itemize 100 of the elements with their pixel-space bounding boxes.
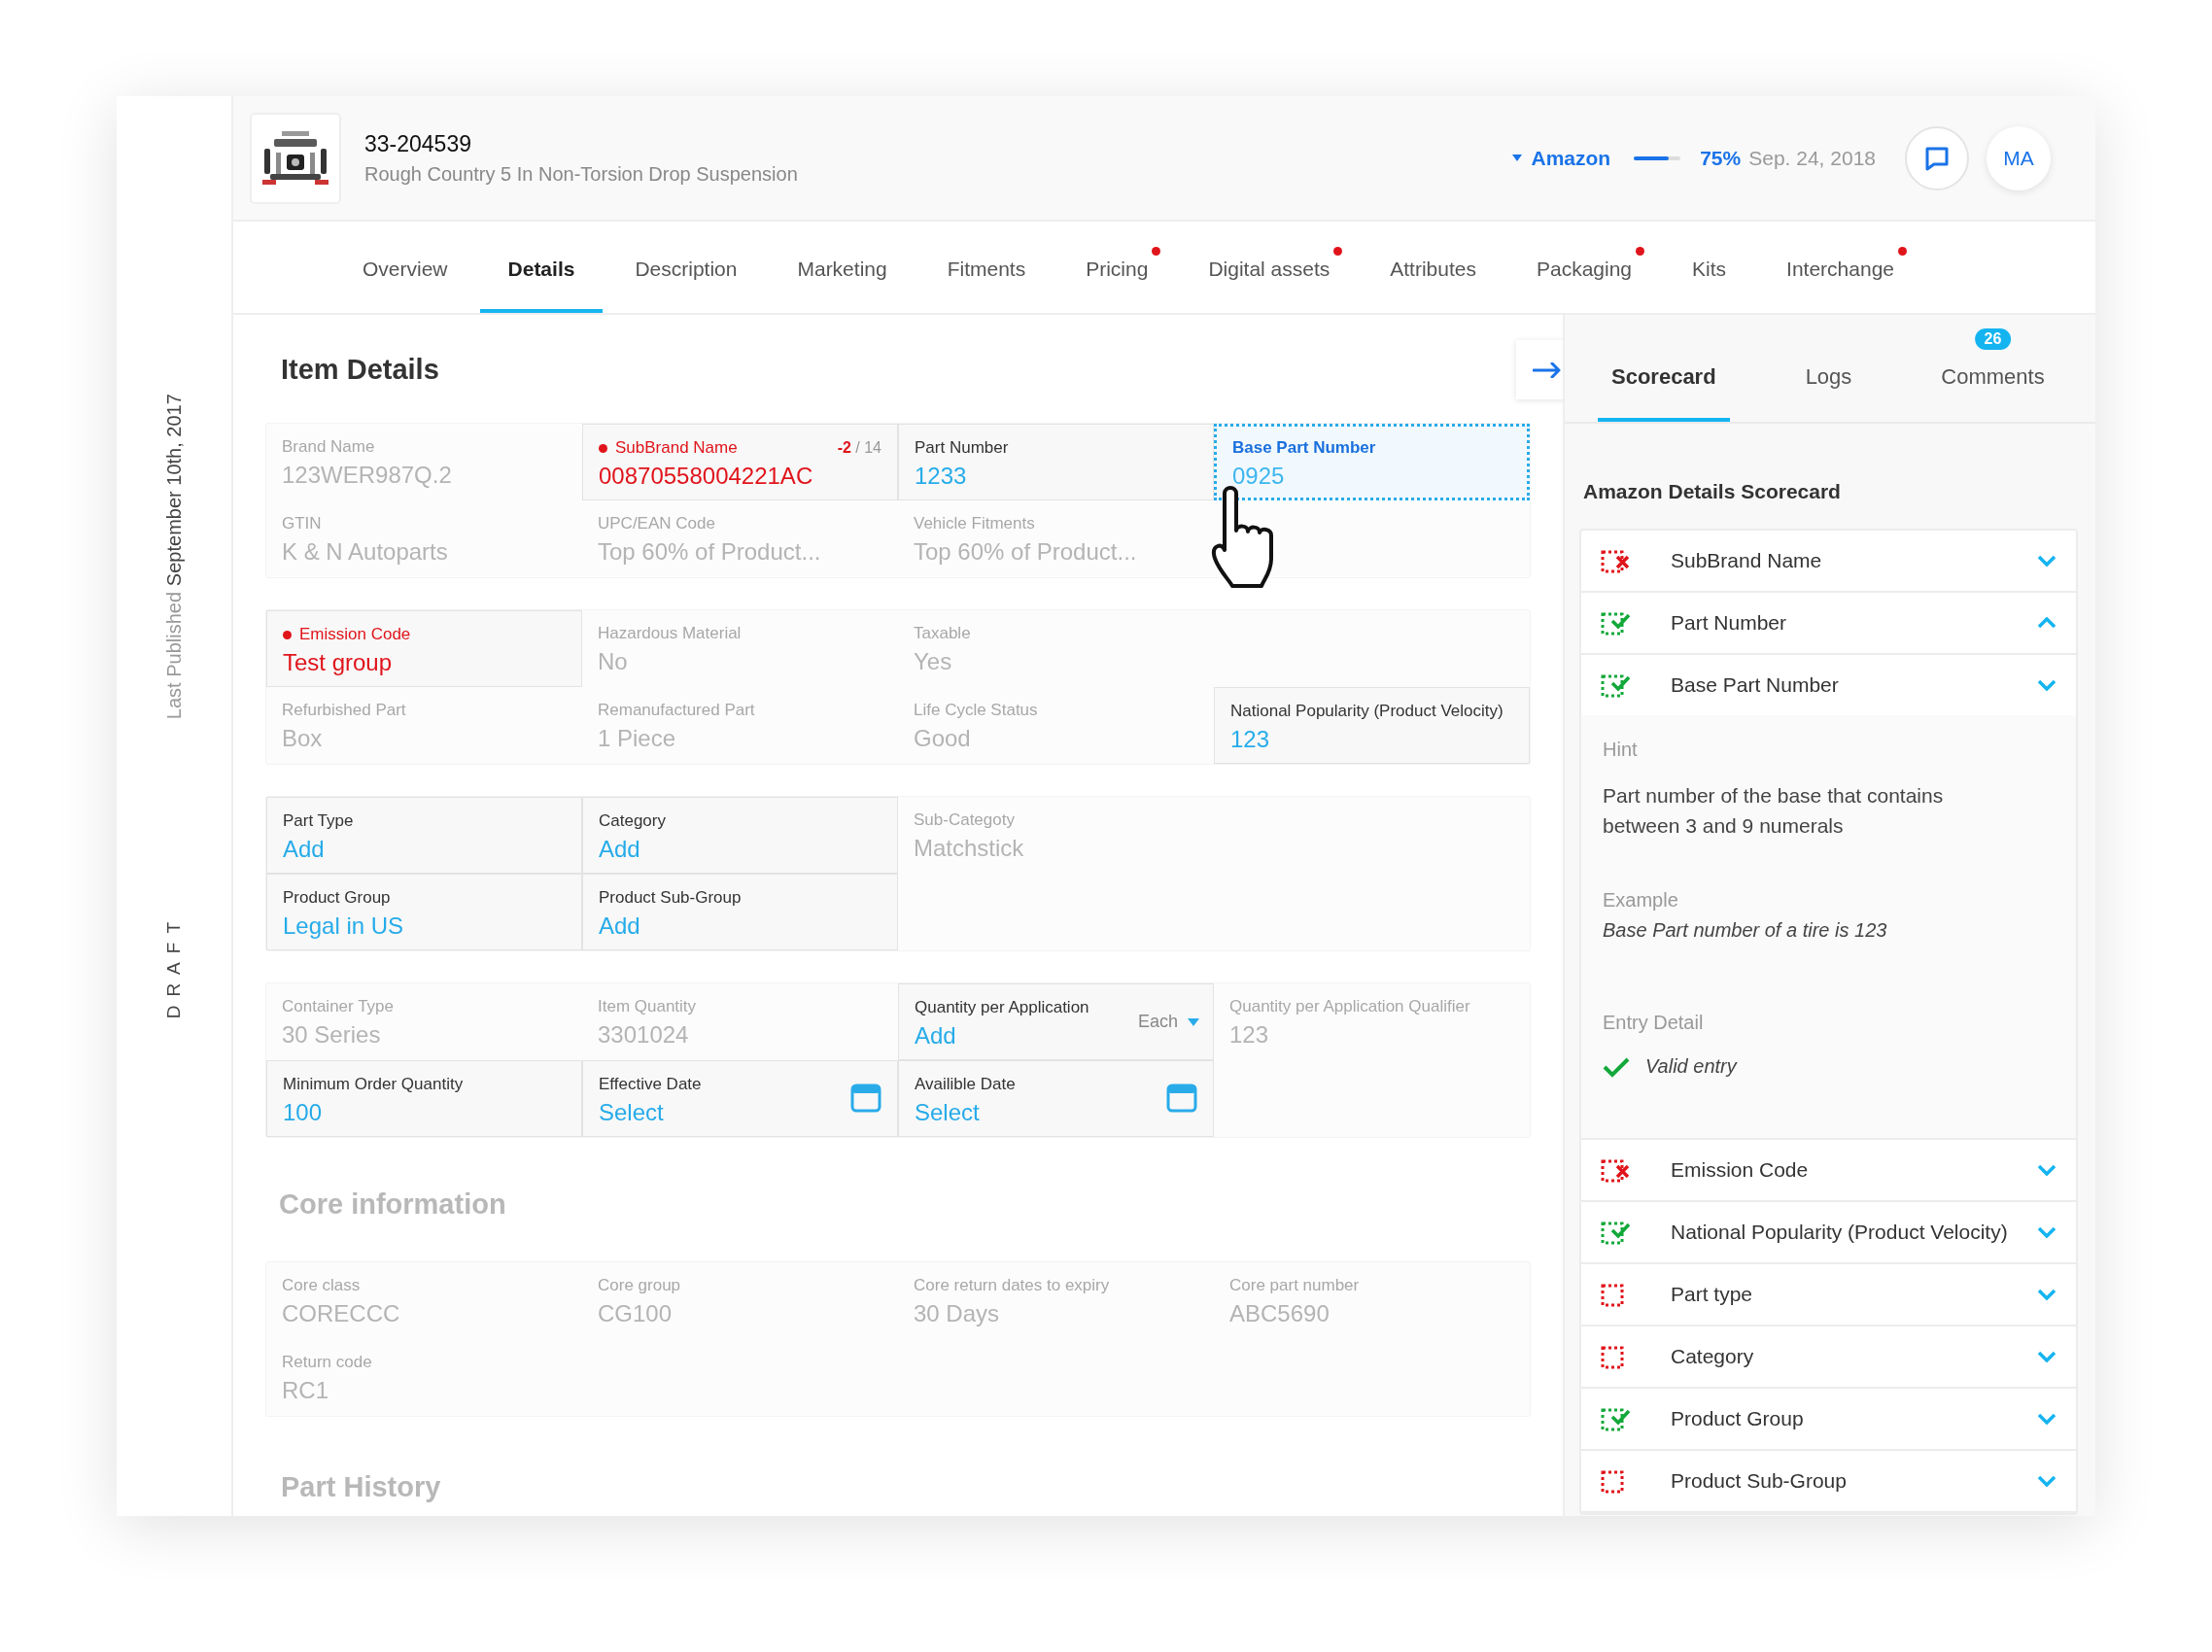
field-label: Part Type (283, 811, 354, 831)
form-field[interactable]: Effective Date Select (582, 1060, 898, 1137)
field-value: CG100 (598, 1299, 673, 1328)
hint-text: Part number of the base that contains between 3 and 9 numerals (1603, 783, 1945, 839)
field-value: 1233 (915, 462, 967, 491)
field-value: Top 60% of Product... (914, 537, 1137, 567)
field-label: Part Number (915, 438, 1009, 458)
section-title: Part History (280, 1471, 442, 1503)
scorecard-row[interactable]: National Popularity (Product Velocity) (1581, 1202, 2076, 1264)
scorecard-item-label: Emission Code (1671, 1158, 1809, 1182)
field-label: UPC/EAN Code (598, 514, 715, 533)
scorecard-row[interactable]: Category (1581, 1326, 2076, 1389)
field-value: ABC5690 (1229, 1299, 1330, 1328)
dotted-cross-icon (1601, 548, 1632, 573)
dotted-check-icon (1601, 1406, 1632, 1431)
tab[interactable]: Interchange (1758, 222, 1922, 313)
field-label: Product Group (283, 888, 391, 908)
scorecard-item-label: National Popularity (Product Velocity) (1671, 1221, 2008, 1244)
field-value: 100 (283, 1098, 323, 1127)
form-field[interactable]: Product Group Legal in US (266, 874, 582, 950)
collapse-panel-button[interactable] (1516, 340, 1563, 399)
field-label: Emission Code (299, 625, 411, 644)
field-value: Test group (283, 648, 393, 677)
field-value: Good (914, 724, 971, 753)
panel-tab[interactable]: Comments 26 (1927, 315, 2058, 422)
scorecard-row[interactable]: Part type (1581, 1264, 2076, 1326)
form-field[interactable]: Product Sub-Group Add (582, 874, 898, 950)
field-label: SubBrand Name (615, 438, 738, 458)
form-field[interactable]: SubBrand Name -2 / 14 00870558004221AC (582, 424, 898, 500)
count-badge: 26 (1974, 328, 2012, 350)
form-field[interactable]: Part Number 1233 (898, 424, 1214, 500)
field-label: Availible Date (915, 1075, 1016, 1094)
field-label: Life Cycle Status (914, 701, 1038, 720)
field-label: Quantity per Application (915, 998, 1089, 1017)
scorecard-row[interactable]: Product Group (1581, 1389, 2076, 1451)
field-label: Refurbished Part (282, 701, 406, 720)
field-value: Select (915, 1098, 980, 1127)
field-value: RC1 (282, 1376, 328, 1405)
tab[interactable]: Packaging (1508, 222, 1661, 313)
scorecard-row[interactable]: Emission Code (1581, 1140, 2076, 1202)
channel-date: Sep. 24, 2018 (1748, 146, 1876, 170)
field-label: Item Quantity (598, 997, 697, 1016)
field-label: Container Type (282, 997, 394, 1016)
scorecard-item-label: Product Group (1671, 1407, 1804, 1430)
form-field[interactable]: Base Part Number 0925 (1214, 424, 1530, 500)
field-label: Core class (282, 1276, 361, 1295)
tab[interactable]: Pricing (1057, 222, 1177, 313)
tab[interactable]: Overview (334, 222, 476, 313)
field-value: Add (283, 835, 325, 864)
form-field[interactable]: Availible Date Select (898, 1060, 1214, 1137)
user-avatar[interactable]: MA (1987, 125, 2051, 190)
product-name: Rough Country 5 In Non-Torsion Drop Suspension (364, 162, 798, 186)
field-value: Add (599, 835, 640, 864)
form-field[interactable]: Category Add (582, 797, 898, 874)
form-field[interactable]: National Popularity (Product Velocity) 123 (1214, 687, 1530, 764)
tab[interactable]: Kits (1664, 222, 1755, 313)
field-label: Sub-Categoty (914, 810, 1015, 830)
field-value: Top 60% of Product... (598, 537, 821, 567)
form-field[interactable]: Part Type Add (266, 797, 582, 874)
field-value: CORECCC (282, 1299, 400, 1328)
tab[interactable]: Details (479, 222, 604, 313)
section-title: Core information (278, 1188, 507, 1221)
channel-dropdown[interactable]: Amazon (1511, 146, 1611, 170)
field-label: National Popularity (Product Velocity) (1230, 702, 1503, 721)
scorecard-item-label: Part Number (1671, 611, 1787, 635)
calendar-icon[interactable] (850, 1083, 881, 1114)
scorecard-row[interactable]: Product Sub-Group (1581, 1451, 2076, 1513)
field-value: 1 Piece (598, 724, 676, 753)
field-label: Hazardous Material (598, 624, 742, 643)
field-value: Select (599, 1098, 664, 1127)
scorecard-row[interactable]: Part Number (1581, 593, 2076, 655)
tab[interactable]: Attributes (1362, 222, 1504, 313)
status-label: DRAFT (163, 913, 185, 1019)
tab[interactable]: Fitments (918, 222, 1054, 313)
dotted-check-icon (1601, 610, 1632, 636)
dotted-check-icon (1601, 1220, 1632, 1245)
tab[interactable]: Description (606, 222, 766, 313)
field-value: 123WER987Q.2 (282, 461, 452, 490)
calendar-icon[interactable] (1166, 1083, 1197, 1114)
form-field[interactable]: Emission Code Test group (266, 610, 582, 687)
field-label: Brand Name (282, 437, 375, 457)
tab[interactable]: Digital assets (1180, 222, 1359, 313)
scorecard-item-label: Category (1671, 1345, 1754, 1368)
form-field[interactable]: Quantity per Application Add Each (898, 983, 1214, 1060)
field-value: 00870558004221AC (599, 462, 813, 491)
tab[interactable]: Marketing (769, 222, 916, 313)
entry-status: Valid entry (1645, 1055, 1737, 1078)
scorecard-row[interactable]: SubBrand Name (1581, 531, 2076, 593)
field-label: Remanufactured Part (598, 701, 755, 720)
form-field[interactable]: Minimum Order Quantity 100 (266, 1060, 582, 1137)
part-number: 33-204539 (364, 130, 472, 157)
caret-icon (1188, 1017, 1199, 1026)
field-label: Core part number (1229, 1276, 1360, 1295)
arrow-right-icon (1532, 361, 1562, 378)
field-label: Minimum Order Quantity (283, 1075, 464, 1094)
published-date: September 10th, 2017 (162, 394, 186, 586)
panel-tab[interactable]: Scorecard (1598, 315, 1730, 422)
field-value: Box (282, 724, 323, 753)
panel-tab[interactable]: Logs (1791, 315, 1866, 422)
section-title: Item Details (281, 354, 439, 386)
